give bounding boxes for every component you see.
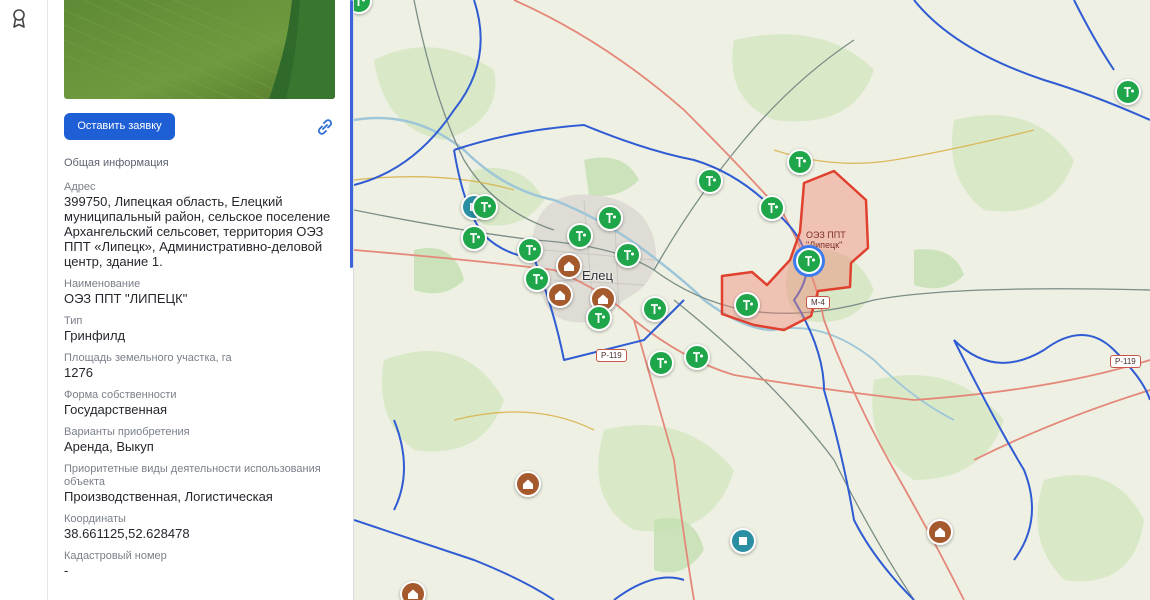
map-marker-industrial[interactable] — [734, 292, 760, 318]
map-marker-industrial[interactable] — [517, 237, 543, 263]
map-marker-industrial[interactable] — [615, 242, 641, 268]
map-marker-industrial[interactable] — [524, 266, 550, 292]
field-coordinates: Координаты 38.661125,52.628478 — [64, 513, 340, 541]
map-marker-info[interactable] — [730, 528, 756, 554]
field-value: Государственная — [64, 402, 168, 417]
road-badge-r119-right: Р-119 — [1110, 355, 1141, 368]
field-value: 38.661125,52.628478 — [64, 526, 190, 541]
map-marker-selected[interactable] — [796, 248, 822, 274]
field-area: Площадь земельного участка, га 1276 — [64, 352, 340, 380]
object-photo — [64, 0, 335, 99]
map-marker-industrial[interactable] — [586, 305, 612, 331]
link-icon[interactable] — [314, 116, 336, 138]
apply-button[interactable]: Оставить заявку — [64, 113, 175, 140]
map-marker-industrial[interactable] — [642, 296, 668, 322]
field-label: Форма собственности — [64, 389, 177, 401]
field-value: 1276 — [64, 365, 93, 380]
map-marker-industrial[interactable] — [697, 168, 723, 194]
field-value: - — [64, 563, 69, 578]
field-label: Адрес — [64, 181, 96, 193]
award-icon[interactable] — [9, 8, 29, 30]
map-marker-property[interactable] — [400, 581, 426, 600]
field-value: Гринфилд — [64, 328, 126, 343]
map-marker-industrial[interactable] — [1115, 79, 1141, 105]
road-badge-r119-left: Р-119 — [596, 349, 627, 362]
field-label: Варианты приобретения — [64, 426, 190, 438]
map[interactable]: ОЭЗ ППТ "Липецк" Елец Р-119 Р-119 М-4 — [354, 0, 1150, 600]
map-marker-industrial[interactable] — [461, 225, 487, 251]
field-label: Площадь земельного участка, га — [64, 352, 232, 364]
field-label: Тип — [64, 315, 83, 327]
road-badge-m4: М-4 — [806, 296, 830, 309]
map-marker-industrial[interactable] — [567, 223, 593, 249]
left-rail — [0, 0, 48, 600]
field-cadastral: Кадастровый номер - — [64, 550, 340, 578]
panel-scrollbar[interactable] — [350, 0, 353, 268]
map-marker-industrial[interactable] — [472, 194, 498, 220]
map-marker-industrial[interactable] — [648, 350, 674, 376]
field-acquisition: Варианты приобретения Аренда, Выкуп — [64, 426, 340, 454]
field-ownership: Форма собственности Государственная — [64, 389, 340, 417]
map-marker-property[interactable] — [556, 253, 582, 279]
map-marker-property[interactable] — [515, 471, 541, 497]
field-value: Аренда, Выкуп — [64, 439, 154, 454]
zone-label: ОЭЗ ППТ "Липецк" — [806, 230, 846, 250]
field-label: Приоритетные виды деятельности использов… — [64, 463, 321, 488]
field-value: ОЭЗ ППТ "ЛИПЕЦК" — [64, 291, 188, 306]
field-value: 399750, Липецкая область, Елецкий муници… — [64, 194, 331, 269]
field-address: Адрес 399750, Липецкая область, Елецкий … — [64, 181, 340, 269]
map-marker-industrial[interactable] — [684, 344, 710, 370]
city-label: Елец — [582, 268, 613, 283]
zone-label-line1: ОЭЗ ППТ — [806, 230, 846, 240]
field-value: Производственная, Логистическая — [64, 489, 273, 504]
object-details-panel: Оставить заявку Общая информация Адрес 3… — [48, 0, 354, 600]
map-marker-industrial[interactable] — [759, 195, 785, 221]
section-title: Общая информация — [64, 157, 169, 169]
field-label: Координаты — [64, 513, 126, 525]
map-marker-industrial[interactable] — [597, 205, 623, 231]
map-marker-property[interactable] — [927, 519, 953, 545]
field-type: Тип Гринфилд — [64, 315, 340, 343]
general-info: Общая информация Адрес 399750, Липецкая … — [64, 157, 340, 587]
field-label: Кадастровый номер — [64, 550, 167, 562]
map-marker-industrial[interactable] — [787, 149, 813, 175]
field-name: Наименование ОЭЗ ППТ "ЛИПЕЦК" — [64, 278, 340, 306]
map-marker-property[interactable] — [547, 282, 573, 308]
field-label: Наименование — [64, 278, 141, 290]
field-activities: Приоритетные виды деятельности использов… — [64, 463, 340, 504]
